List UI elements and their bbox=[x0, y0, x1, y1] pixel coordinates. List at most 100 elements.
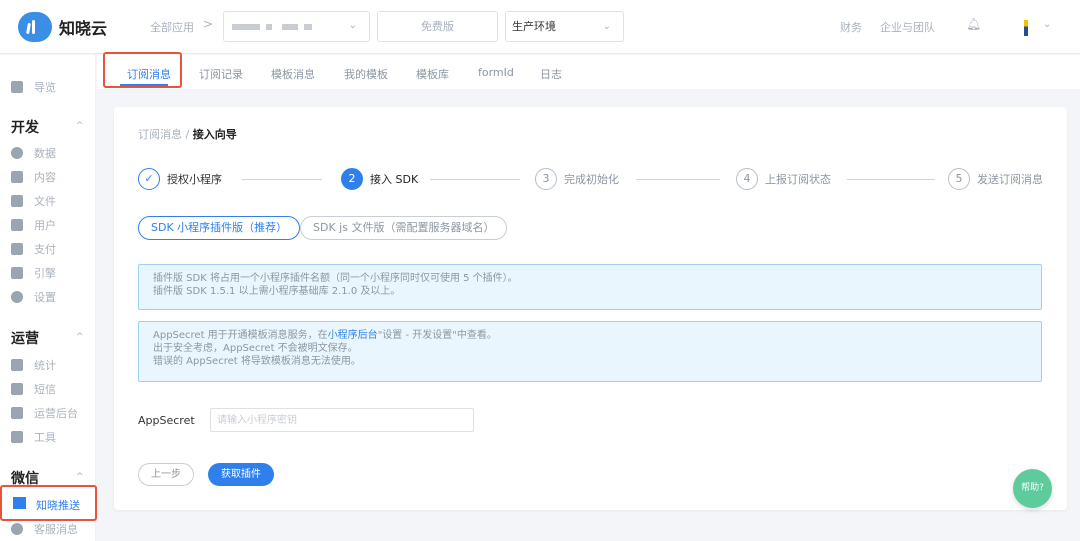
tab-template-message[interactable]: 模板消息 bbox=[271, 66, 315, 82]
sidebar-section-dev: 开发 bbox=[11, 120, 39, 136]
step-number: 5 bbox=[948, 168, 970, 190]
breadcrumb-parent[interactable]: 订阅消息 bbox=[138, 128, 182, 141]
appsecret-input[interactable] bbox=[210, 408, 474, 432]
step-connector bbox=[636, 179, 720, 180]
step-label: 发送订阅消息 bbox=[977, 173, 1043, 186]
appsecret-label: AppSecret bbox=[138, 414, 195, 427]
document-icon bbox=[11, 171, 23, 183]
sidebar-item-label: 数据 bbox=[34, 147, 56, 160]
sidebar-item-sms[interactable]: 短信 bbox=[11, 380, 56, 398]
breadcrumb-arrow-icon: > bbox=[203, 17, 214, 31]
sidebar-item-payment[interactable]: 支付 bbox=[11, 240, 56, 258]
app-name-redacted bbox=[232, 24, 260, 30]
sidebar-item-engine[interactable]: 引擎 bbox=[11, 264, 56, 282]
folder-icon bbox=[11, 195, 23, 207]
check-icon: ✓ bbox=[138, 168, 160, 190]
tab-subscription-log[interactable]: 订阅记录 bbox=[199, 66, 243, 82]
gear-icon bbox=[11, 291, 23, 303]
step-number: 3 bbox=[535, 168, 557, 190]
environment-select[interactable]: 生产环境 ⌄ bbox=[505, 11, 624, 42]
avatar[interactable] bbox=[1024, 20, 1028, 36]
breadcrumb: 订阅消息 / 接入向导 bbox=[138, 126, 237, 142]
notice-line: AppSecret 用于开通模板消息服务，在小程序后台"设置 - 开发设置"中查… bbox=[153, 329, 1027, 342]
notice-line: 插件版 SDK 将占用一个小程序插件名额（同一个小程序同时仅可使用 5 个插件）… bbox=[153, 273, 518, 284]
step-connector bbox=[847, 179, 935, 180]
step-label: 接入 SDK bbox=[370, 173, 419, 186]
pie-chart-icon bbox=[11, 147, 23, 159]
sdk-js-file-option[interactable]: SDK js 文件版（需配置服务器域名） bbox=[300, 216, 508, 240]
sidebar-item-label: 客服消息 bbox=[34, 523, 78, 536]
sidebar-item-label: 导览 bbox=[34, 81, 56, 94]
sidebar-item-stats[interactable]: 统计 bbox=[11, 356, 56, 374]
sidebar-item-overview[interactable]: 导览 bbox=[11, 78, 56, 96]
tab-bar: 订阅消息 订阅记录 模板消息 我的模板 模板库 formId 日志 bbox=[97, 55, 1080, 89]
tab-logs[interactable]: 日志 bbox=[540, 66, 562, 82]
sidebar-item-content[interactable]: 内容 bbox=[11, 168, 56, 186]
chevron-down-icon: ⌄ bbox=[602, 21, 611, 32]
sidebar-item-data[interactable]: 数据 bbox=[11, 144, 56, 162]
plan-badge[interactable]: 免费版 bbox=[377, 11, 498, 42]
sdk-plugin-option[interactable]: SDK 小程序插件版（推荐） bbox=[138, 216, 301, 240]
mini-program-admin-link[interactable]: 小程序后台 bbox=[328, 330, 378, 341]
sidebar-item-ops-admin[interactable]: 运营后台 bbox=[11, 404, 78, 422]
sidebar-item-customer-service[interactable]: 客服消息 bbox=[11, 520, 78, 538]
sidebar-item-zhixiao-push[interactable]: 知晓推送 bbox=[0, 485, 97, 521]
logo[interactable]: 知晓云 bbox=[18, 12, 107, 42]
app-name-redacted bbox=[282, 24, 298, 30]
sidebar-item-label: 支付 bbox=[34, 243, 56, 256]
sidebar-item-settings[interactable]: 设置 bbox=[11, 288, 56, 306]
breadcrumb-current: 接入向导 bbox=[192, 128, 237, 141]
layout-icon bbox=[13, 497, 26, 509]
tab-formid[interactable]: formId bbox=[478, 66, 514, 79]
all-apps-link[interactable]: 全部应用 bbox=[150, 19, 194, 35]
tab-template-library[interactable]: 模板库 bbox=[416, 66, 449, 82]
step-label: 完成初始化 bbox=[564, 173, 619, 186]
sidebar-item-tools[interactable]: 工具 bbox=[11, 428, 56, 446]
step-number: 2 bbox=[341, 168, 363, 190]
step-report-status: 4 上报订阅状态 bbox=[736, 168, 831, 190]
environment-value: 生产环境 bbox=[512, 20, 556, 33]
appsecret-notice: AppSecret 用于开通模板消息服务，在小程序后台"设置 - 开发设置"中查… bbox=[138, 321, 1042, 382]
sidebar-item-label: 用户 bbox=[34, 219, 56, 232]
step-number: 4 bbox=[736, 168, 758, 190]
chevron-up-icon[interactable]: ^ bbox=[76, 121, 84, 131]
step-send-message: 5 发送订阅消息 bbox=[948, 168, 1043, 190]
wrench-icon bbox=[11, 431, 23, 443]
step-integrate-sdk: 2 接入 SDK bbox=[341, 168, 418, 190]
help-button[interactable]: 帮助? bbox=[1013, 469, 1052, 508]
chevron-up-icon[interactable]: ^ bbox=[76, 472, 84, 482]
bell-icon[interactable]: 🔔︎ bbox=[966, 17, 981, 31]
chevron-down-icon: ⌄ bbox=[348, 20, 357, 31]
plugin-notice: 插件版 SDK 将占用一个小程序插件名额（同一个小程序同时仅可使用 5 个插件）… bbox=[138, 264, 1042, 310]
sidebar-item-label: 设置 bbox=[34, 291, 56, 304]
sidebar-item-users[interactable]: 用户 bbox=[11, 216, 56, 234]
notice-line: 插件版 SDK 1.5.1 以上需小程序基础库 2.1.0 及以上。 bbox=[153, 286, 401, 297]
step-initialize: 3 完成初始化 bbox=[535, 168, 619, 190]
tab-my-templates[interactable]: 我的模板 bbox=[344, 66, 388, 82]
bar-chart-icon bbox=[11, 359, 23, 371]
sidebar: 导览 开发 ^ 数据 内容 文件 用户 支付 引擎 设置 运营 ^ 统计 短信 … bbox=[0, 55, 96, 541]
finance-link[interactable]: 财务 bbox=[840, 19, 862, 35]
step-connector bbox=[430, 179, 520, 180]
wallet-icon bbox=[11, 243, 23, 255]
mail-icon bbox=[11, 383, 23, 395]
step-authorize: ✓ 授权小程序 bbox=[138, 168, 222, 190]
step-connector bbox=[242, 179, 322, 180]
user-icon bbox=[11, 219, 23, 231]
sidebar-item-files[interactable]: 文件 bbox=[11, 192, 56, 210]
team-link[interactable]: 企业与团队 bbox=[880, 19, 935, 35]
logo-text: 知晓云 bbox=[59, 19, 108, 38]
chevron-down-icon[interactable]: ⌄ bbox=[1043, 19, 1051, 30]
active-tab-highlight bbox=[103, 52, 182, 88]
notice-line: 出于安全考虑，AppSecret 不会被明文保存。 bbox=[153, 343, 358, 354]
get-plugin-button[interactable]: 获取插件 bbox=[208, 463, 274, 486]
sidebar-item-label: 运营后台 bbox=[34, 407, 78, 420]
chevron-up-icon[interactable]: ^ bbox=[76, 332, 84, 342]
wizard-card: 订阅消息 / 接入向导 ✓ 授权小程序 2 接入 SDK 3 完成初始化 4 上… bbox=[114, 107, 1067, 510]
grid-icon bbox=[11, 81, 23, 93]
prev-step-button[interactable]: 上一步 bbox=[138, 463, 194, 486]
notice-text: AppSecret 用于开通模板消息服务，在 bbox=[153, 330, 328, 341]
app-select[interactable]: ⌄ bbox=[223, 11, 370, 42]
step-label: 授权小程序 bbox=[167, 173, 222, 186]
app-name-redacted bbox=[266, 24, 272, 30]
